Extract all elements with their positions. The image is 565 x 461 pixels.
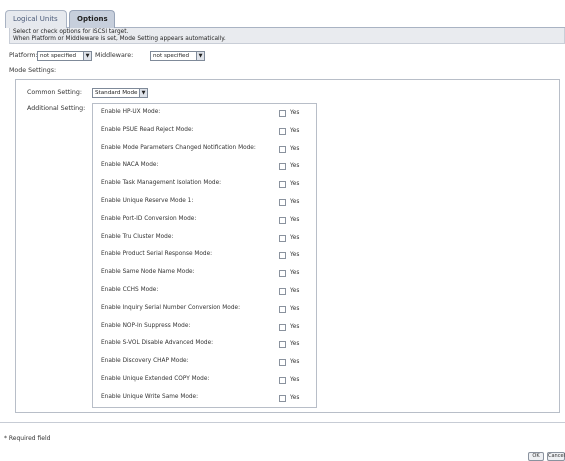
additional-setting-checkbox[interactable]	[279, 199, 286, 206]
additional-setting-row: Enable Unique Write Same Mode: Yes	[93, 391, 316, 408]
tab-logical-units[interactable]: Logical Units	[5, 10, 67, 28]
additional-setting-row: Enable S-VOL Disable Advanced Mode: Yes	[93, 337, 316, 354]
additional-setting-label: Enable NACA Mode:	[101, 162, 159, 169]
checkbox-yes-label: Yes	[290, 145, 300, 152]
tab-bar: Logical Units Options	[5, 7, 565, 28]
instruction-box: Select or check options for iSCSI target…	[9, 28, 565, 44]
additional-setting-row: Enable Tru Cluster Mode: Yes	[93, 231, 316, 248]
additional-setting-row: Enable PSUE Read Reject Mode: Yes	[93, 124, 316, 141]
additional-setting-checkbox[interactable]	[279, 252, 286, 260]
additional-setting-checkbox[interactable]	[279, 377, 286, 384]
checkbox-yes-label: Yes	[290, 377, 300, 383]
additional-setting-checkbox[interactable]	[279, 323, 286, 331]
additional-setting-checkbox[interactable]	[279, 341, 286, 349]
additional-setting-row: Enable CCHS Mode: Yes	[93, 284, 316, 301]
additional-setting-label: Enable S-VOL Disable Advanced Mode:	[101, 340, 214, 347]
additional-setting-label: Enable Product Serial Response Mode:	[101, 251, 213, 258]
additional-setting-row: Enable Unique Extended COPY Mode: Yes	[93, 373, 316, 390]
checkbox-yes-label: Yes	[290, 199, 300, 205]
checkbox-yes-label: Yes	[290, 216, 300, 223]
additional-setting-label: Enable Unique Extended COPY Mode:	[101, 376, 210, 382]
middleware-label: Middleware:	[95, 52, 134, 59]
additional-setting-checkbox[interactable]	[279, 234, 286, 242]
checkbox-yes-label: Yes	[290, 110, 300, 116]
ok-button[interactable]: OK	[528, 452, 544, 461]
additional-setting-label: Enable CCHS Mode:	[101, 287, 159, 293]
additional-setting-label: Enable Unique Write Same Mode:	[101, 393, 199, 400]
additional-setting-label: Enable Port-ID Conversion Mode:	[101, 215, 197, 222]
additional-setting-row: Enable Inquiry Serial Number Conversion …	[93, 302, 316, 319]
additional-setting-label: Enable Tru Cluster Mode:	[101, 233, 174, 240]
additional-setting-label: Enable Task Management Isolation Mode:	[101, 180, 222, 187]
checkbox-yes-label: Yes	[290, 288, 300, 294]
common-setting-label: Common Setting:	[27, 89, 83, 96]
chevron-down-icon: ▼	[196, 52, 204, 60]
checkbox-yes-label: Yes	[290, 163, 300, 170]
middleware-select-value: not specified	[153, 53, 189, 59]
additional-setting-label: Enable Same Node Name Mode:	[101, 269, 195, 276]
additional-setting-row: Enable Product Serial Response Mode: Yes	[93, 248, 316, 265]
additional-setting-label: Enable HP-UX Mode:	[101, 109, 161, 115]
additional-setting-row: Enable NOP-In Suppress Mode: Yes	[93, 320, 316, 337]
additional-setting-label: Enable Mode Parameters Changed Notificat…	[101, 144, 256, 151]
additional-setting-checkbox[interactable]	[279, 394, 286, 402]
required-field-note: * Required field	[4, 435, 51, 442]
additional-settings-list: Enable HP-UX Mode: Yes Enable PSUE Read Re…	[92, 103, 317, 408]
additional-setting-label: Enable Unique Reserve Mode 1:	[101, 198, 194, 204]
additional-setting-label: Enable Inquiry Serial Number Conversion …	[101, 304, 241, 311]
options-panel: Select or check options for iSCSI target…	[5, 28, 565, 415]
additional-setting-row: Enable Port-ID Conversion Mode: Yes	[93, 213, 316, 230]
additional-setting-row: Enable Discovery CHAP Mode: Yes	[93, 355, 316, 372]
additional-setting-checkbox[interactable]	[279, 305, 286, 313]
additional-setting-checkbox[interactable]	[279, 270, 286, 278]
checkbox-yes-label: Yes	[290, 181, 300, 188]
checkbox-yes-label: Yes	[290, 127, 300, 134]
additional-setting-checkbox[interactable]	[279, 127, 286, 135]
checkbox-yes-label: Yes	[290, 323, 300, 330]
chevron-down-icon: ▼	[83, 52, 91, 60]
additional-setting-checkbox[interactable]	[279, 288, 286, 295]
platform-select-value: not specified	[40, 53, 76, 59]
additional-setting-row: Enable Unique Reserve Mode 1: Yes	[93, 195, 316, 212]
chevron-down-icon: ▼	[139, 89, 147, 97]
tab-options[interactable]: Options	[69, 10, 115, 28]
platform-label: Platform:	[9, 52, 38, 59]
cancel-button[interactable]: Cancel	[547, 452, 565, 461]
additional-setting-row: Enable Task Management Isolation Mode: Ye…	[93, 177, 316, 194]
mode-settings-label: Mode Settings:	[9, 67, 57, 74]
additional-setting-checkbox[interactable]	[279, 181, 286, 189]
instruction-line-2: When Platform or Middleware is set, Mode…	[13, 35, 226, 42]
common-setting-select-value: Standard Mode	[95, 90, 138, 96]
checkbox-yes-label: Yes	[290, 359, 300, 366]
common-setting-select[interactable]: Standard Mode ▼	[92, 88, 148, 98]
checkbox-yes-label: Yes	[290, 394, 300, 401]
additional-setting-row: Enable Same Node Name Mode: Yes	[93, 266, 316, 283]
additional-setting-row: Enable Mode Parameters Changed Notificat…	[93, 142, 316, 159]
additional-setting-checkbox[interactable]	[279, 359, 286, 367]
checkbox-yes-label: Yes	[290, 252, 300, 259]
checkbox-yes-label: Yes	[290, 341, 300, 348]
platform-select[interactable]: not specified ▼	[37, 51, 92, 61]
additional-setting-label: Additional Setting:	[27, 105, 86, 112]
additional-setting-label: Enable Discovery CHAP Mode:	[101, 358, 189, 365]
checkbox-yes-label: Yes	[290, 305, 300, 312]
additional-setting-label: Enable NOP-In Suppress Mode:	[101, 322, 191, 329]
middleware-select[interactable]: not specified ▼	[150, 51, 205, 61]
additional-setting-checkbox[interactable]	[279, 145, 286, 153]
additional-setting-checkbox[interactable]	[279, 110, 286, 117]
checkbox-yes-label: Yes	[290, 270, 300, 277]
footer-divider	[0, 422, 565, 423]
additional-setting-checkbox[interactable]	[279, 216, 286, 224]
checkbox-yes-label: Yes	[290, 234, 300, 241]
additional-setting-checkbox[interactable]	[279, 163, 286, 171]
additional-setting-label: Enable PSUE Read Reject Mode:	[101, 126, 194, 133]
additional-setting-row: Enable HP-UX Mode: Yes	[93, 106, 316, 123]
additional-setting-row: Enable NACA Mode: Yes	[93, 159, 316, 176]
